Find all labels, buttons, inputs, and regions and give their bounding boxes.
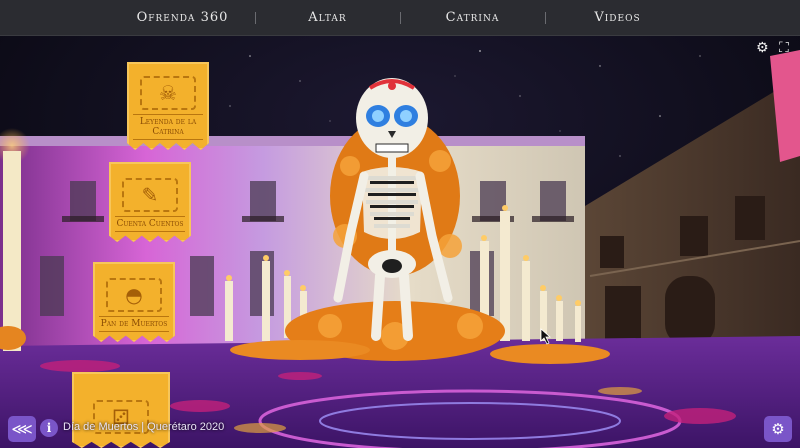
card-puzzle[interactable]: ⚂ [72, 372, 170, 448]
book-icon: ✎ [122, 178, 178, 212]
gear-icon: ⚙ [771, 420, 785, 438]
card-cuenta-cuentos[interactable]: ✎ Cuenta Cuentos [109, 162, 191, 242]
card-label: Pan de Muertos [99, 316, 169, 332]
settings-button[interactable]: ⚙ [764, 416, 792, 442]
nav-ofrenda-360[interactable]: Ofrenda 360 [111, 10, 255, 25]
share-icon: ⋘ [11, 420, 33, 438]
nav-videos[interactable]: Videos [546, 10, 690, 25]
info-icon: i [46, 421, 52, 435]
settings-icon[interactable]: ⚙ [756, 41, 769, 55]
nav-catrina[interactable]: Catrina [401, 10, 545, 25]
skull-icon: ☠ [140, 76, 196, 110]
share-button[interactable]: ⋘ [8, 416, 36, 442]
card-label: Cuenta Cuentos [115, 216, 185, 232]
info-button[interactable]: i [40, 419, 58, 437]
nav-altar[interactable]: Altar [256, 10, 400, 25]
card-pan-de-muertos[interactable]: ◓ Pan de Muertos [93, 262, 175, 342]
footer-caption: Día de Muertos | Querétaro 2020 [63, 421, 225, 433]
bread-icon: ◓ [106, 278, 162, 312]
card-label: Leyenda de la Catrina [133, 114, 203, 140]
fullscreen-icon[interactable]: ⛶ [779, 41, 789, 55]
top-navigation: Ofrenda 360 Altar Catrina Videos [0, 0, 800, 36]
card-leyenda-catrina[interactable]: ☠ Leyenda de la Catrina [127, 62, 209, 150]
